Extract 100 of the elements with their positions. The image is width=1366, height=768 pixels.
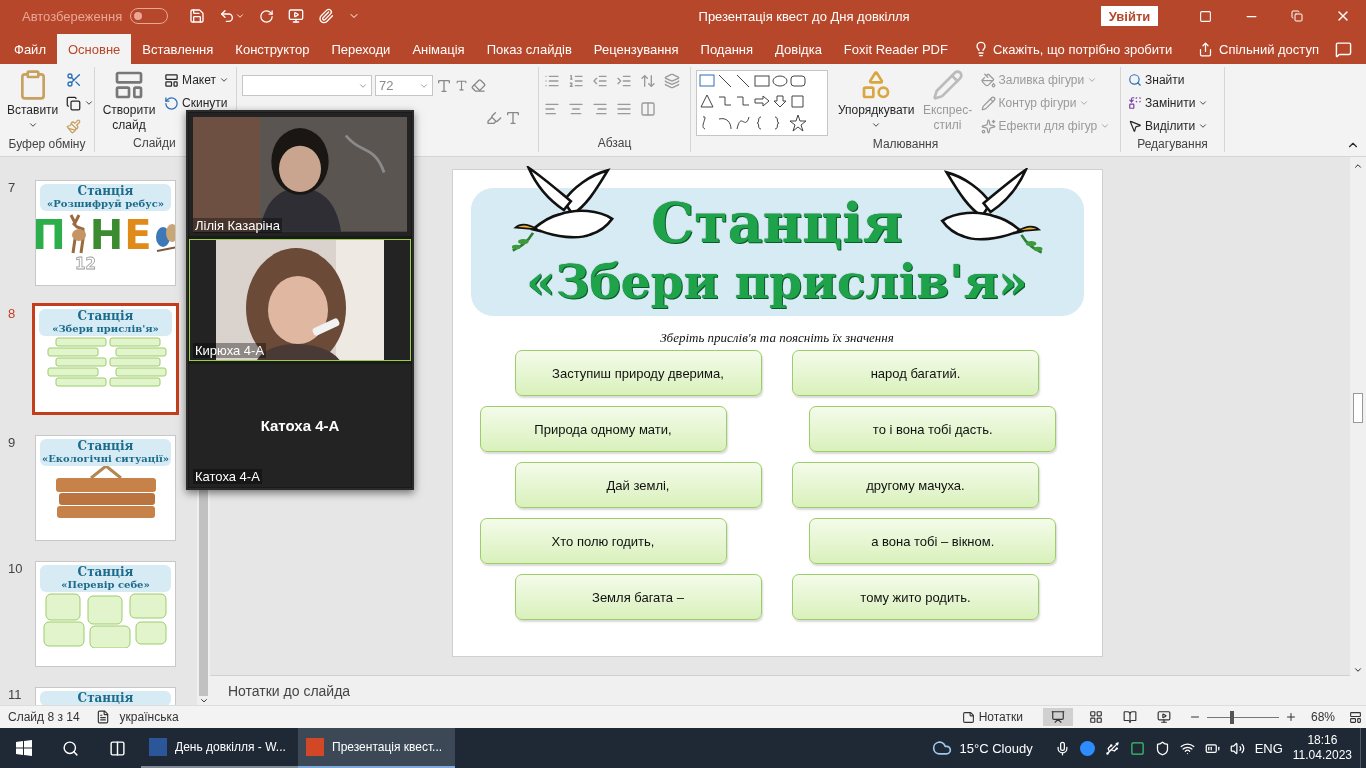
numbering-icon[interactable] bbox=[568, 73, 584, 89]
ribbon-tab[interactable]: Вставлення bbox=[131, 34, 225, 64]
ribbon-tab[interactable]: Конструктор bbox=[224, 34, 321, 64]
weather-text[interactable]: 15°C Cloudy bbox=[959, 740, 1033, 756]
slide-title: Станція bbox=[651, 193, 903, 253]
ribbon-tab[interactable]: Переходи bbox=[320, 34, 402, 64]
cut-icon bbox=[66, 72, 83, 88]
zoom-slider-thumb[interactable] bbox=[1230, 710, 1235, 724]
layout-button[interactable]: Макет bbox=[162, 69, 231, 91]
sign-in-button[interactable]: Увійти bbox=[1101, 6, 1158, 26]
scroll-up-icon[interactable] bbox=[1353, 161, 1363, 171]
ribbon-tab[interactable]: Подання bbox=[689, 34, 765, 64]
proverb-card[interactable]: Хто полю годить, bbox=[479, 518, 727, 564]
language-label[interactable]: українська bbox=[119, 710, 179, 724]
slide-thumbnail[interactable]: Станція «Розшифруй ребус» П НЕ 12 bbox=[35, 180, 176, 286]
thumbnail-title: Станція bbox=[77, 692, 134, 705]
slide-sorter-icon[interactable] bbox=[1088, 710, 1103, 724]
ribbon-tab[interactable]: Анімація bbox=[401, 34, 476, 64]
shield-icon[interactable] bbox=[1154, 740, 1170, 756]
pencil-icon bbox=[980, 95, 996, 111]
scrollbar-thumb[interactable] bbox=[1353, 393, 1363, 423]
proverb-card[interactable]: Природа одному мати, bbox=[479, 406, 727, 452]
clock[interactable]: 18:16 11.04.2023 bbox=[1292, 733, 1352, 763]
notes-field[interactable]: Нотатки до слайда bbox=[210, 675, 1350, 705]
clear-format-icon[interactable] bbox=[471, 78, 486, 93]
ribbon-tab[interactable]: Foxit Reader PDF bbox=[832, 34, 959, 64]
normal-view-button[interactable] bbox=[1042, 708, 1073, 726]
slide-number: 11 bbox=[7, 687, 23, 702]
thumbnail-subtitle: «Перевір себе» bbox=[61, 579, 150, 591]
shrink-font-icon[interactable] bbox=[455, 79, 468, 92]
select-button[interactable]: Виділити bbox=[1126, 115, 1211, 137]
participant-name: Катоха 4-А bbox=[260, 417, 340, 435]
zoom-in-icon[interactable] bbox=[1284, 711, 1297, 723]
slide-subtitle: «Збери прислів'я» bbox=[526, 253, 1028, 311]
slideshow-icon[interactable] bbox=[288, 8, 305, 24]
proverb-card[interactable]: а вона тобі – вікном. bbox=[809, 518, 1057, 564]
slide-thumbnail[interactable]: Станція «Перевір себе» bbox=[35, 561, 176, 667]
replace-button[interactable]: Замінити bbox=[1126, 92, 1211, 114]
paste-button[interactable]: Вставити bbox=[5, 67, 61, 137]
autosave-label: Автозбереження bbox=[22, 8, 123, 24]
justify-icon[interactable] bbox=[616, 101, 632, 117]
zoom-level[interactable]: 68% bbox=[1310, 710, 1335, 724]
reset-button[interactable]: Скинути bbox=[162, 92, 231, 114]
volume-icon[interactable] bbox=[1229, 740, 1245, 756]
share-button[interactable]: Спільний доступ bbox=[1186, 34, 1331, 64]
usb-icon[interactable] bbox=[1104, 740, 1120, 756]
slide-number: 9 bbox=[7, 435, 17, 450]
slide-number: 8 bbox=[7, 306, 17, 321]
ribbon-tab[interactable]: Рецензування bbox=[582, 34, 690, 64]
shapes-gallery[interactable] bbox=[696, 70, 828, 136]
find-button[interactable]: Знайти bbox=[1126, 69, 1211, 91]
ribbon-tab[interactable]: Основне bbox=[56, 34, 132, 64]
paperclip-icon[interactable] bbox=[318, 8, 335, 24]
scrollbar-thumb[interactable] bbox=[199, 487, 208, 696]
arrange-button[interactable]: Упорядкувати bbox=[836, 67, 917, 137]
microphone-icon[interactable] bbox=[1054, 740, 1070, 756]
input-language[interactable]: ENG bbox=[1254, 740, 1283, 756]
proverb-card[interactable]: Заступиш природу дверима, bbox=[514, 350, 762, 396]
decrease-indent-icon[interactable] bbox=[592, 73, 608, 89]
slide-thumbnail[interactable]: Станція «Збери прислів'я» bbox=[32, 303, 179, 415]
slide-number: 7 bbox=[7, 180, 17, 195]
align-center-icon[interactable] bbox=[568, 101, 584, 117]
font-color-icon[interactable] bbox=[505, 110, 521, 126]
proverb-card[interactable]: то і вона тобі дасть. bbox=[809, 406, 1057, 452]
line-spacing-icon[interactable] bbox=[640, 73, 656, 89]
highlight-icon[interactable] bbox=[486, 110, 502, 126]
slide-thumbnail[interactable]: Станція bbox=[35, 687, 176, 705]
redo-icon[interactable] bbox=[259, 8, 275, 24]
instruction-text: Зберіть прислів'я та поясніть їх значення bbox=[660, 330, 894, 346]
new-slide-button[interactable]: Створити слайд bbox=[100, 67, 159, 136]
increase-indent-icon[interactable] bbox=[616, 73, 632, 89]
align-left-icon[interactable] bbox=[544, 101, 560, 117]
proverb-card[interactable]: Дай землі, bbox=[514, 462, 762, 508]
taskbar-app[interactable]: Презентація квест... bbox=[298, 728, 455, 768]
proverb-card[interactable]: тому жито родить. bbox=[791, 574, 1039, 620]
ribbon-tab[interactable]: Показ слайдів bbox=[475, 34, 583, 64]
rebus-letter: Е bbox=[124, 215, 152, 255]
paint-bucket-icon bbox=[980, 72, 996, 88]
font-name-field[interactable] bbox=[242, 75, 372, 96]
share-icon bbox=[1198, 41, 1214, 57]
proverb-card[interactable]: народ багатий. bbox=[791, 350, 1039, 396]
slideshow-icon[interactable] bbox=[1156, 710, 1171, 724]
align-right-icon[interactable] bbox=[592, 101, 608, 117]
notes-button[interactable]: Нотатки bbox=[961, 710, 1023, 724]
grow-font-icon[interactable] bbox=[436, 77, 452, 94]
ribbon-tab[interactable]: Файл bbox=[3, 34, 57, 64]
save-icon[interactable] bbox=[189, 8, 206, 24]
fit-slide-icon[interactable] bbox=[1349, 710, 1362, 724]
undo-icon[interactable] bbox=[219, 8, 246, 24]
tell-me-field[interactable]: Скажіть, що потрібно зробити bbox=[992, 41, 1173, 57]
app-tray-icon[interactable] bbox=[1129, 740, 1145, 756]
weather-icon[interactable] bbox=[931, 738, 952, 758]
ribbon-tab[interactable]: Довідка bbox=[764, 34, 833, 64]
bullets-icon[interactable] bbox=[544, 73, 560, 89]
scroll-down-icon[interactable] bbox=[1353, 665, 1363, 675]
proverb-card[interactable]: Земля багата – bbox=[514, 574, 762, 620]
proverb-card[interactable]: другому мачуха. bbox=[791, 462, 1039, 508]
slide-thumbnail[interactable]: Станція «Екологічні ситуації» bbox=[35, 435, 176, 541]
network-icon[interactable] bbox=[1179, 740, 1195, 756]
reading-view-icon[interactable] bbox=[1122, 710, 1137, 724]
